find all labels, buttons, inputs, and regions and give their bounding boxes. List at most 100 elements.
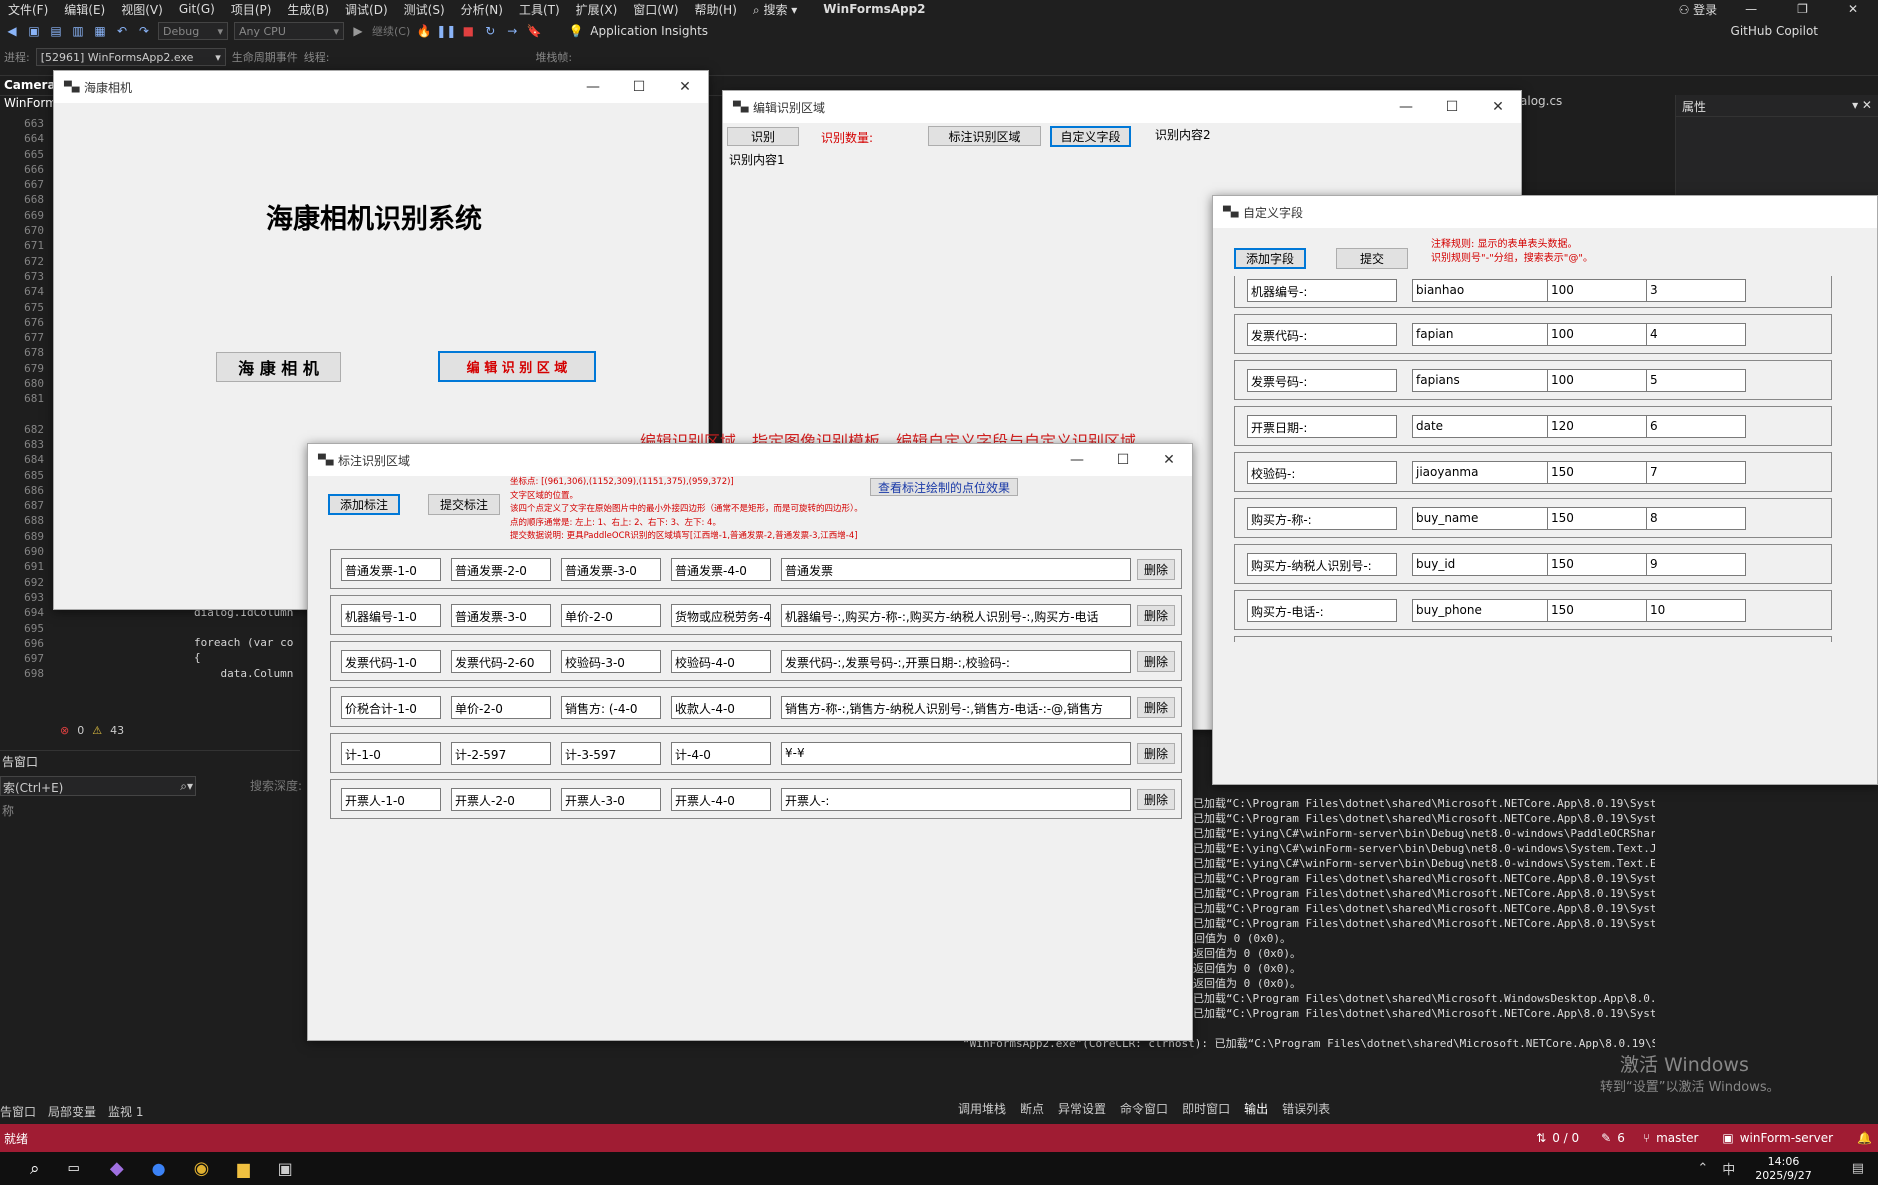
- step-icon[interactable]: →: [504, 23, 520, 39]
- field-key-input[interactable]: buy_phone: [1412, 599, 1562, 622]
- visual-studio-icon[interactable]: ◆: [110, 1158, 124, 1179]
- status-edits[interactable]: 6: [1617, 1131, 1625, 1145]
- camera-button[interactable]: 海 康 相 机: [216, 352, 341, 382]
- point-input[interactable]: 发票代码-2-60: [451, 650, 551, 673]
- field-width-input[interactable]: 120: [1547, 415, 1647, 438]
- point-input[interactable]: 发票代码-1-0: [341, 650, 441, 673]
- edit-region-button[interactable]: 编 辑 识 别 区 域: [438, 351, 596, 382]
- tab-locals[interactable]: 局部变量: [48, 1103, 96, 1120]
- menu-test[interactable]: 测试(S): [396, 1, 453, 18]
- field-order-input[interactable]: 3: [1646, 279, 1746, 302]
- hot-reload-icon[interactable]: 🔥: [416, 23, 432, 39]
- delete-button[interactable]: 删除: [1137, 605, 1175, 626]
- delete-button[interactable]: 删除: [1137, 697, 1175, 718]
- minimize-button[interactable]: —: [1054, 452, 1100, 468]
- menu-view[interactable]: 视图(V): [113, 1, 171, 18]
- fields-input[interactable]: 普通发票: [781, 558, 1131, 581]
- tray-up-icon[interactable]: ⌃: [1697, 1161, 1708, 1176]
- point-input[interactable]: 校验码-4-0: [671, 650, 771, 673]
- point-input[interactable]: 机器编号-1-0: [341, 604, 441, 627]
- tab-breakpoints[interactable]: 断点: [1020, 1100, 1044, 1117]
- point-input[interactable]: 普通发票-2-0: [451, 558, 551, 581]
- panel-pin-icon[interactable]: ▾ ✕: [1852, 98, 1872, 113]
- tab-watch[interactable]: 监视 1: [108, 1103, 143, 1120]
- field-order-input[interactable]: 7: [1646, 461, 1746, 484]
- login-link[interactable]: ⚇ 登录: [1671, 1, 1726, 18]
- point-input[interactable]: 单价-2-0: [451, 696, 551, 719]
- point-input[interactable]: 开票人-2-0: [451, 788, 551, 811]
- field-label-input[interactable]: 发票代码-:: [1247, 323, 1397, 346]
- minimize-button[interactable]: —: [570, 79, 616, 95]
- point-input[interactable]: 计-1-0: [341, 742, 441, 765]
- field-width-input[interactable]: 150: [1547, 553, 1647, 576]
- menu-tools[interactable]: 工具(T): [511, 1, 568, 18]
- field-label-input[interactable]: 开票日期-:: [1247, 415, 1397, 438]
- field-label-input[interactable]: 发票号码-:: [1247, 369, 1397, 392]
- tab-command[interactable]: 命令窗口: [1120, 1100, 1168, 1117]
- point-input[interactable]: 开票人-3-0: [561, 788, 661, 811]
- point-input[interactable]: 计-2-597: [451, 742, 551, 765]
- continue-button[interactable]: 继续(C): [372, 23, 410, 39]
- fields-input[interactable]: 发票代码-:,发票号码-:,开票日期-:,校验码-:: [781, 650, 1131, 673]
- new-project-icon[interactable]: ▣: [26, 23, 42, 39]
- field-width-input[interactable]: 150: [1547, 461, 1647, 484]
- menu-debug[interactable]: 调试(D): [337, 1, 396, 18]
- menu-extensions[interactable]: 扩展(X): [568, 1, 626, 18]
- close-button[interactable]: ✕: [1146, 452, 1192, 468]
- field-width-input[interactable]: 150: [1547, 599, 1647, 622]
- fields-input[interactable]: ¥-¥: [781, 742, 1131, 765]
- field-order-input[interactable]: 4: [1646, 323, 1746, 346]
- point-input[interactable]: 校验码-3-0: [561, 650, 661, 673]
- custom-field-button[interactable]: 自定义字段: [1050, 126, 1131, 147]
- status-lines[interactable]: 0 / 0: [1552, 1131, 1579, 1145]
- field-key-input[interactable]: buy_id: [1412, 553, 1562, 576]
- restart-icon[interactable]: ↻: [482, 23, 498, 39]
- close-button[interactable]: ✕: [1828, 2, 1878, 16]
- field-order-input[interactable]: 5: [1646, 369, 1746, 392]
- task-view-icon[interactable]: ▭: [68, 1161, 80, 1176]
- copilot-button[interactable]: GitHub Copilot: [1731, 24, 1818, 38]
- status-branch[interactable]: master: [1656, 1131, 1698, 1145]
- field-key-input[interactable]: fapian: [1412, 323, 1562, 346]
- field-label-input[interactable]: 购买方-电话-:: [1247, 599, 1397, 622]
- status-repo[interactable]: winForm-server: [1740, 1131, 1833, 1145]
- menu-help[interactable]: 帮助(H): [687, 1, 745, 18]
- stop-icon[interactable]: ■: [460, 23, 476, 39]
- tab-output[interactable]: 输出: [1244, 1100, 1268, 1117]
- back-icon[interactable]: ◀: [4, 23, 20, 39]
- point-input[interactable]: 普通发票-1-0: [341, 558, 441, 581]
- close-button[interactable]: ✕: [662, 79, 708, 95]
- point-input[interactable]: 货物或应税劳务-4: [671, 604, 771, 627]
- menu-project[interactable]: 项目(P): [223, 1, 280, 18]
- minimize-button[interactable]: —: [1725, 2, 1777, 16]
- menu-edit[interactable]: 编辑(E): [56, 1, 113, 18]
- field-label-input[interactable]: 机器编号-:: [1247, 279, 1397, 302]
- app-window-icon[interactable]: ▣: [278, 1159, 293, 1178]
- menu-build[interactable]: 生成(B): [279, 1, 337, 18]
- delete-button[interactable]: 删除: [1137, 743, 1175, 764]
- field-key-input[interactable]: date: [1412, 415, 1562, 438]
- process-combo[interactable]: [52961] WinFormsApp2.exe ▾: [35, 48, 226, 66]
- save-icon[interactable]: ▥: [70, 23, 86, 39]
- view-points-button[interactable]: 查看标注绘制的点位效果: [870, 478, 1018, 496]
- tab-call-stack[interactable]: 调用堆栈: [958, 1100, 1006, 1117]
- tab-immediate[interactable]: 即时窗口: [1182, 1100, 1230, 1117]
- close-button[interactable]: ✕: [1475, 99, 1521, 115]
- ime-indicator[interactable]: 中: [1722, 1159, 1735, 1178]
- search-icon[interactable]: ⌕: [30, 1159, 40, 1179]
- app-insights-button[interactable]: Application Insights: [590, 24, 708, 38]
- fields-input[interactable]: 机器编号-:,购买方-称-:,购买方-纳税人识别号-:,购买方-电话: [781, 604, 1131, 627]
- field-width-input[interactable]: 150: [1547, 507, 1647, 530]
- delete-button[interactable]: 删除: [1137, 789, 1175, 810]
- tab-exceptions[interactable]: 异常设置: [1058, 1100, 1106, 1117]
- field-order-input[interactable]: 9: [1646, 553, 1746, 576]
- point-input[interactable]: 开票人-1-0: [341, 788, 441, 811]
- field-key-input[interactable]: bianhao: [1412, 279, 1562, 302]
- lifecycle-label[interactable]: 生命周期事件: [232, 49, 298, 65]
- point-input[interactable]: 计-3-597: [561, 742, 661, 765]
- folder-icon[interactable]: ▆: [237, 1159, 249, 1178]
- search-box[interactable]: ⌕ 搜索 ▾: [745, 1, 805, 18]
- maps-icon[interactable]: ●: [152, 1159, 166, 1178]
- point-input[interactable]: 普通发票-3-0: [451, 604, 551, 627]
- point-input[interactable]: 价税合计-1-0: [341, 696, 441, 719]
